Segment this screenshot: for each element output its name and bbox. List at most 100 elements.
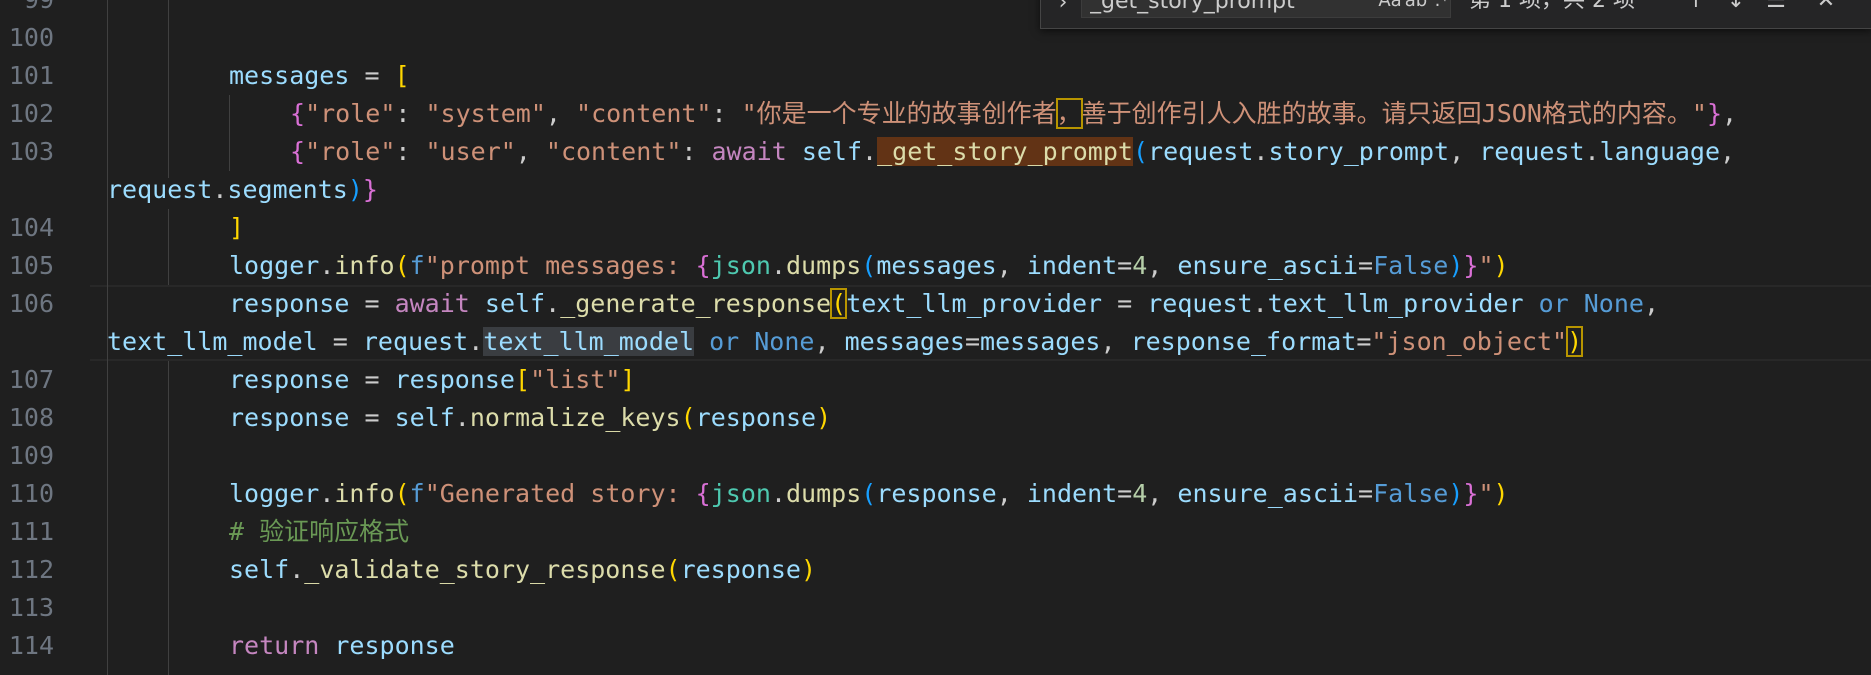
token: messages <box>980 327 1101 356</box>
code-line[interactable]: {"role": "user", "content": await self._… <box>290 133 1871 171</box>
find-in-selection-icon[interactable]: ☰ <box>1761 0 1791 16</box>
token: text_llm_provider <box>1267 289 1524 318</box>
code-line-wrapped[interactable]: text_llm_model = request.text_llm_model … <box>107 323 1871 361</box>
close-icon[interactable]: ✕ <box>1811 0 1841 16</box>
token: , <box>1720 137 1736 166</box>
token: ] <box>229 213 245 242</box>
line-number: 99 <box>0 0 54 19</box>
token: , <box>1449 137 1480 166</box>
token: return <box>229 631 320 660</box>
code-line[interactable]: {"role": "system", "content": "你是一个专业的故事… <box>290 95 1871 133</box>
token: request <box>1148 137 1254 166</box>
token: . <box>289 555 305 584</box>
token: : <box>395 99 426 128</box>
regex-icon[interactable]: .* <box>1429 0 1455 16</box>
token: : <box>681 137 712 166</box>
token: [ <box>515 365 531 394</box>
token: response <box>680 555 801 584</box>
token: } <box>362 175 378 204</box>
token: "Generated story: <box>424 479 696 508</box>
token: messages <box>844 327 965 356</box>
code-line[interactable]: return response <box>229 627 1871 665</box>
match-case-icon[interactable]: Aa <box>1377 0 1403 16</box>
token: request <box>362 327 469 356</box>
code-line[interactable]: response = await self._generate_response… <box>229 285 1871 323</box>
token: json <box>710 251 771 280</box>
token: = <box>349 61 395 90</box>
line-number: 108 <box>8 403 54 432</box>
token: or <box>1523 289 1584 318</box>
token: request <box>1147 289 1253 318</box>
token: : <box>395 137 426 166</box>
line-number: 111 <box>8 517 54 546</box>
token: , <box>1147 251 1178 280</box>
token: "user" <box>425 137 516 166</box>
token: "role" <box>305 137 396 166</box>
token: ( <box>394 479 410 508</box>
code-line-wrapped[interactable]: request.segments)} <box>107 171 1871 209</box>
line-number: 101 <box>8 61 54 90</box>
token: self <box>484 289 546 318</box>
line-number: 104 <box>8 213 54 242</box>
token: ( <box>1132 137 1149 166</box>
code-line[interactable]: ] <box>229 209 1871 247</box>
token: "role" <box>305 99 396 128</box>
unicode-highlight: ， <box>1055 98 1083 129</box>
line-number: 102 <box>8 99 54 128</box>
indent-guide <box>168 361 169 675</box>
token: , <box>996 479 1027 508</box>
token: . <box>545 289 561 318</box>
token: " <box>1478 479 1494 508</box>
indent-guide <box>168 0 169 178</box>
token: } <box>1463 479 1479 508</box>
token: await <box>711 137 787 166</box>
toggle-replace-icon[interactable]: › <box>1051 0 1075 20</box>
token: . <box>212 175 228 204</box>
token: segments <box>227 175 348 204</box>
token: = <box>317 327 363 356</box>
token: dumps <box>786 251 862 280</box>
code-line[interactable]: # 验证响应格式 <box>229 513 1871 551</box>
previous-match-icon[interactable]: ↑ <box>1681 0 1711 16</box>
token: , <box>1147 479 1178 508</box>
token: = <box>349 289 395 318</box>
token: = <box>1358 479 1374 508</box>
code-line[interactable]: response = self.normalize_keys(response) <box>229 399 1871 437</box>
line-number: 109 <box>8 441 54 470</box>
token: messages <box>229 61 350 90</box>
token: : <box>711 99 742 128</box>
token: . <box>770 251 786 280</box>
token: _validate_story_response <box>304 555 666 584</box>
token: _generate_response <box>560 289 832 318</box>
bracket-match: ( <box>830 288 848 319</box>
token: = <box>1356 327 1372 356</box>
token: "prompt messages: <box>424 251 696 280</box>
token: ensure_ascii <box>1177 251 1359 280</box>
line-number: 113 <box>8 593 54 622</box>
code-line[interactable]: messages = [ <box>229 57 1871 95</box>
code-editor[interactable]: 99 100 101 102 103 104 105 106 107 108 1… <box>0 0 1871 675</box>
token: . <box>319 251 335 280</box>
code-line[interactable]: logger.info(f"prompt messages: {json.dum… <box>229 247 1871 285</box>
whole-word-icon[interactable]: ab <box>1403 0 1429 16</box>
code-line[interactable]: self._validate_story_response(response) <box>229 551 1871 589</box>
token: . <box>319 479 335 508</box>
line-number-gutter: 99 100 101 102 103 104 105 106 107 108 1… <box>0 0 90 675</box>
token: response <box>229 289 350 318</box>
comment: # 验证响应格式 <box>229 517 410 546</box>
token: text_llm_model <box>107 327 318 356</box>
token: "system" <box>425 99 546 128</box>
code-line[interactable]: logger.info(f"Generated story: {json.dum… <box>229 475 1871 513</box>
find-widget: › Aa ab .* 第 1 项，共 2 项 ↑ ↓ ☰ ✕ <box>1040 0 1871 29</box>
line-number: 110 <box>8 479 54 508</box>
token: response_format <box>1130 327 1357 356</box>
token: ) <box>1493 479 1509 508</box>
bracket-match: ) <box>1566 326 1584 357</box>
token: , <box>1100 327 1131 356</box>
token: { <box>695 251 711 280</box>
next-match-icon[interactable]: ↓ <box>1721 0 1751 16</box>
code-line[interactable]: response = response["list"] <box>229 361 1871 399</box>
token: = <box>964 327 981 356</box>
token: " <box>1478 251 1494 280</box>
token: messages <box>876 251 997 280</box>
